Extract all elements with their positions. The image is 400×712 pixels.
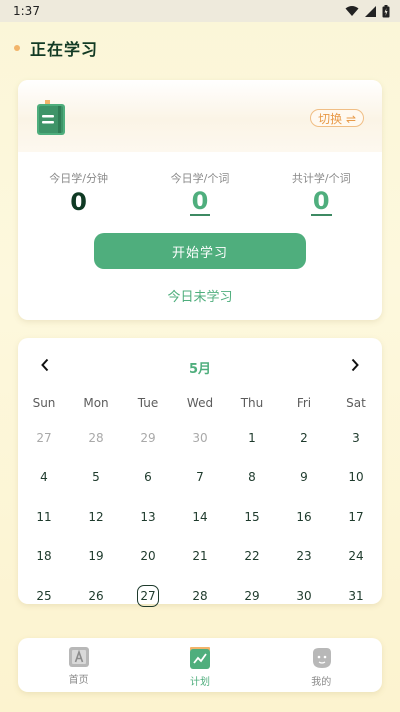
calendar-day[interactable]: 21 [174,537,226,577]
calendar-day[interactable]: 10 [330,458,382,498]
calendar-day[interactable]: 20 [122,537,174,577]
calendar-grid: 27 28 29 30 1 2 3 4 5 6 7 8 9 10 11 12 13 14 15 16 17 18 19 20 2… [18,418,382,616]
profile-face-icon [313,648,332,668]
stat-value[interactable]: 0 [189,188,211,216]
plan-chart-icon [189,647,210,669]
weekday-label: Sat [346,396,366,410]
weekday-label: Mon [83,396,109,410]
study-stats: 今日学/分钟 0 今日学/个词 0 共计学/个词 0 [18,170,382,216]
stat-label: 今日学/分钟 [49,172,109,185]
vocabulary-icon [68,647,89,667]
calendar-card: 5月 Sun Mon Tue Wed Thu Fri Sat 27 28 29 30 1… [18,338,382,604]
calendar-day[interactable]: 29 [122,418,174,458]
calendar-day[interactable]: 29 [226,576,278,616]
calendar-day[interactable]: 27 [122,576,174,616]
header-dot [14,45,20,51]
calendar-day[interactable]: 31 [330,576,382,616]
calendar-day[interactable]: 2 [278,418,330,458]
stat-value[interactable]: 0 [310,188,332,216]
battery-icon [382,4,390,17]
switch-label: 切换 ⇌ [318,111,356,126]
weekday-label: Tue [137,396,159,410]
calendar-day[interactable]: 30 [278,576,330,616]
status-time: 1:37 [13,4,40,18]
weekday-label: Wed [186,396,214,410]
calendar-day[interactable]: 6 [122,458,174,498]
page-header: 正在学习 [14,36,98,60]
calendar-nav: 5月 [18,356,382,377]
calendar-day[interactable]: 23 [278,537,330,577]
calendar-weekdays: Sun Mon Tue Wed Thu Fri Sat [18,396,382,410]
weekday-label: Fri [296,396,312,410]
book-icon [37,100,65,135]
tab-home[interactable]: 首页 [18,638,139,692]
stat-label: 共计学/个词 [291,172,351,185]
calendar-day[interactable]: 28 [70,418,122,458]
calendar-day[interactable]: 16 [278,497,330,537]
stat-today-words[interactable]: 今日学/个词 0 [139,170,260,216]
calendar-day[interactable]: 11 [18,497,70,537]
tab-profile[interactable]: 我的 [261,638,382,692]
calendar-day[interactable]: 26 [70,576,122,616]
study-card-header: 切换 ⇌ [18,80,382,152]
weekday-label: Sun [32,396,56,410]
stat-total-words[interactable]: 共计学/个词 0 [261,170,382,216]
stat-today-minutes: 今日学/分钟 0 [18,170,139,216]
wifi-icon [345,6,359,16]
calendar-day[interactable]: 15 [226,497,278,537]
calendar-day[interactable]: 25 [18,576,70,616]
stat-value: 0 [70,188,87,216]
calendar-day[interactable]: 8 [226,458,278,498]
status-bar: 1:37 [0,0,400,22]
tab-label: 首页 [68,675,89,686]
tab-label: 我的 [311,677,332,688]
switch-book-button[interactable]: 切换 ⇌ [310,109,364,127]
calendar-day[interactable]: 1 [226,418,278,458]
calendar-day[interactable]: 18 [18,537,70,577]
status-icons [345,4,390,18]
calendar-day[interactable]: 28 [174,576,226,616]
calendar-day[interactable]: 13 [122,497,174,537]
calendar-day[interactable]: 17 [330,497,382,537]
calendar-day[interactable]: 4 [18,458,70,498]
tab-plan[interactable]: 计划 [139,638,260,692]
study-card: 切换 ⇌ 今日学/分钟 0 今日学/个词 0 共计学/个词 0 开始学习 今日未… [18,80,382,320]
weekday-label: Thu [240,396,264,410]
bottom-tab-bar: 首页 计划 我的 [18,638,382,692]
calendar-day[interactable]: 5 [70,458,122,498]
page-title: 正在学习 [30,40,99,59]
calendar-day[interactable]: 7 [174,458,226,498]
stat-label: 今日学/个词 [170,172,230,185]
calendar-day[interactable]: 27 [18,418,70,458]
start-study-button[interactable]: 开始学习 [94,233,306,269]
calendar-day[interactable]: 12 [70,497,122,537]
calendar-day[interactable]: 24 [330,537,382,577]
calendar-day[interactable]: 14 [174,497,226,537]
calendar-day[interactable]: 30 [174,418,226,458]
calendar-day[interactable]: 19 [70,537,122,577]
calendar-day[interactable]: 22 [226,537,278,577]
tab-label: 计划 [189,677,210,688]
study-status-text: 今日未学习 [167,290,233,305]
signal-icon [365,5,376,17]
calendar-month: 5月 [188,362,212,377]
calendar-day[interactable]: 3 [330,418,382,458]
chevron-right-icon[interactable] [350,358,360,372]
calendar-day[interactable]: 9 [278,458,330,498]
